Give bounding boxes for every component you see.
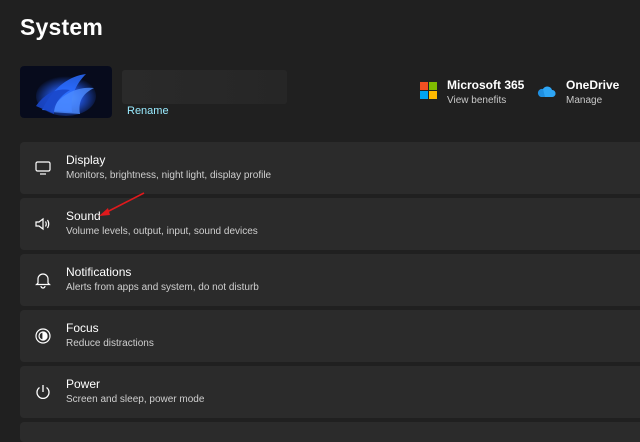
settings-item-label: Display [66,153,106,167]
settings-item-label: Power [66,377,101,391]
settings-item-label: Sound [66,209,101,223]
page-title: System [20,14,104,40]
device-name-redacted [122,70,287,104]
device-wallpaper-thumbnail [20,66,112,118]
system-settings-list: Display Monitors, brightness, night ligh… [20,142,640,442]
settings-item-label: Notifications [66,265,132,279]
focus-icon [20,327,66,345]
settings-item-notifications[interactable]: Notifications Alerts from apps and syste… [20,254,640,306]
settings-item-description: Screen and sleep, power mode [66,394,205,405]
settings-item-description: Reduce distractions [66,338,154,349]
onedrive-cloud-icon [536,84,556,103]
settings-item-description: Volume levels, output, input, sound devi… [66,226,258,237]
microsoft-logo-icon [420,82,437,99]
settings-item-partial[interactable] [20,422,640,442]
onedrive-title: OneDrive [566,78,620,92]
onedrive-subtitle: Manage [566,95,603,106]
microsoft-365-subtitle: View benefits [447,95,507,106]
annotation-arrow-icon [99,192,145,216]
onedrive-card[interactable]: OneDrive Manage [536,78,619,108]
microsoft-365-title: Microsoft 365 [447,78,525,92]
settings-item-description: Monitors, brightness, night light, displ… [66,170,272,181]
speaker-icon [20,216,66,232]
settings-item-power[interactable]: Power Screen and sleep, power mode [20,366,640,418]
settings-item-label: Focus [66,321,99,335]
settings-item-display[interactable]: Display Monitors, brightness, night ligh… [20,142,640,194]
settings-item-description: Alerts from apps and system, do not dist… [66,282,259,293]
monitor-icon [20,160,66,176]
microsoft-365-card[interactable]: Microsoft 365 View benefits [420,78,524,108]
power-icon [20,383,66,401]
bell-icon [20,271,66,289]
rename-link[interactable]: Rename [127,105,169,117]
settings-item-focus[interactable]: Focus Reduce distractions [20,310,640,362]
